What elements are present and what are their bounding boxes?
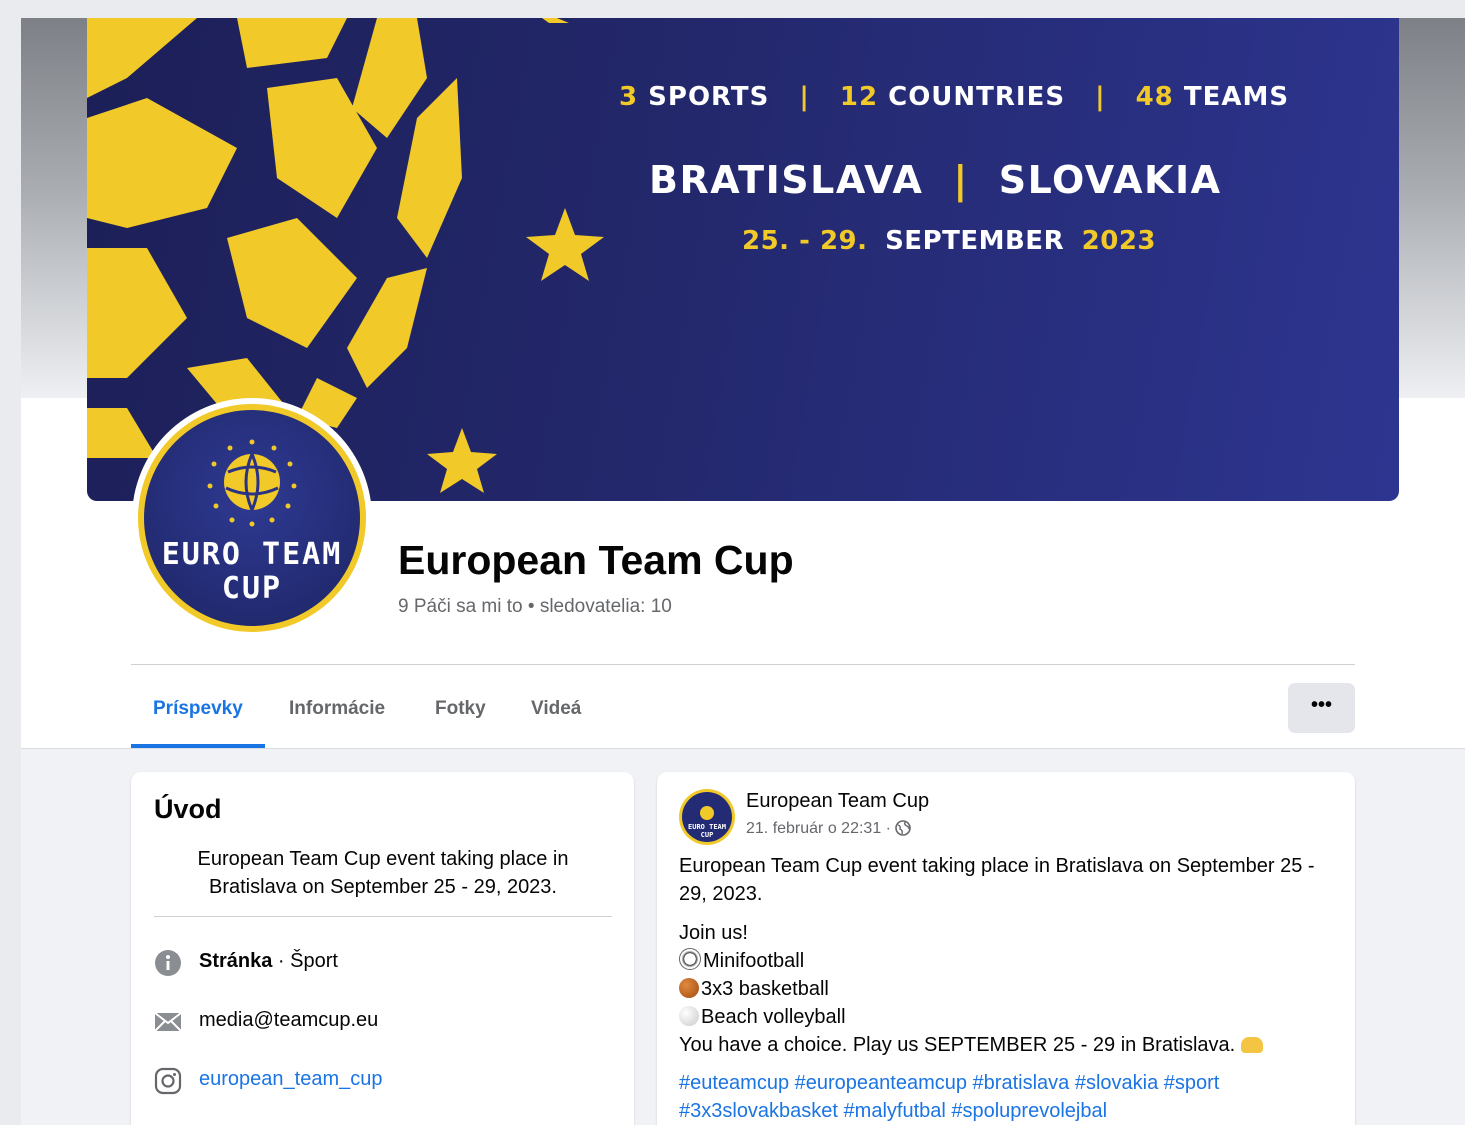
post-timestamp[interactable]: 21. február o 22:31 ·: [746, 820, 912, 838]
tab-videos[interactable]: Videá: [509, 680, 603, 744]
intro-divider: [154, 916, 612, 917]
category-label: Stránka: [199, 950, 273, 972]
cover-location-line: BRATISLAVA | SLOVAKIA: [649, 158, 1222, 202]
volleyball-icon: [679, 1006, 699, 1026]
page-title: European Team Cup: [398, 537, 794, 583]
soccer-ball-icon: [679, 948, 701, 970]
instagram-icon: [154, 1067, 182, 1095]
intro-title: Úvod: [154, 794, 222, 824]
tab-photos[interactable]: Fotky: [413, 680, 508, 744]
more-options-button[interactable]: •••: [1288, 683, 1355, 733]
info-icon: [155, 950, 181, 976]
intro-description: European Team Cup event taking place in …: [197, 848, 569, 898]
post-hashtags[interactable]: #euteamcup #europeanteamcup #bratislava …: [679, 1069, 1329, 1125]
cover-date-line: 25. - 29. SEPTEMBER 2023: [742, 226, 1157, 256]
tab-about[interactable]: Informácie: [267, 680, 407, 744]
header-border: [21, 748, 1465, 749]
post-sport-item: Minifootball: [679, 947, 1329, 975]
post-paragraph: European Team Cup event taking place in …: [679, 855, 1315, 905]
raised-hands-icon: [1240, 1037, 1263, 1053]
cover-stats-line: 3 SPORTS | 12 COUNTRIES | 48 TEAMS: [619, 82, 1290, 112]
instagram-link[interactable]: european_team_cup: [199, 1068, 382, 1091]
post-join: Join us!: [679, 922, 748, 944]
post-sport-item: Beach volleyball: [679, 1003, 1329, 1031]
mail-icon: [154, 1012, 182, 1032]
intro-card: Úvod European Team Cup event taking plac…: [131, 772, 634, 1125]
page-stats[interactable]: 9 Páči sa mi to • sledovatelia: 10: [398, 596, 672, 618]
post-body: European Team Cup event taking place in …: [679, 852, 1329, 1125]
basketball-icon: [679, 978, 699, 998]
category-value: · Šport: [272, 950, 338, 972]
post-author[interactable]: European Team Cup: [746, 790, 929, 813]
facebook-page: 3 SPORTS | 12 COUNTRIES | 48 TEAMS BRATISLAV…: [21, 18, 1465, 1125]
post-avatar[interactable]: EURO TEAM CUP: [679, 789, 735, 845]
post-sport-item: 3x3 basketball: [679, 975, 1329, 1003]
post-closing: You have a choice. Play us SEPTEMBER 25 …: [679, 1031, 1329, 1059]
tab-posts[interactable]: Príspevky: [131, 680, 265, 748]
profile-logo-text: EURO TEAM CUP: [161, 537, 343, 606]
email-link[interactable]: media@teamcup.eu: [199, 1009, 378, 1032]
globe-icon: [895, 820, 912, 836]
profile-picture[interactable]: EURO TEAM CUP: [132, 398, 372, 638]
header-divider: [131, 664, 1355, 665]
post-card: EURO TEAM CUP European Team Cup 21. febr…: [657, 772, 1355, 1125]
